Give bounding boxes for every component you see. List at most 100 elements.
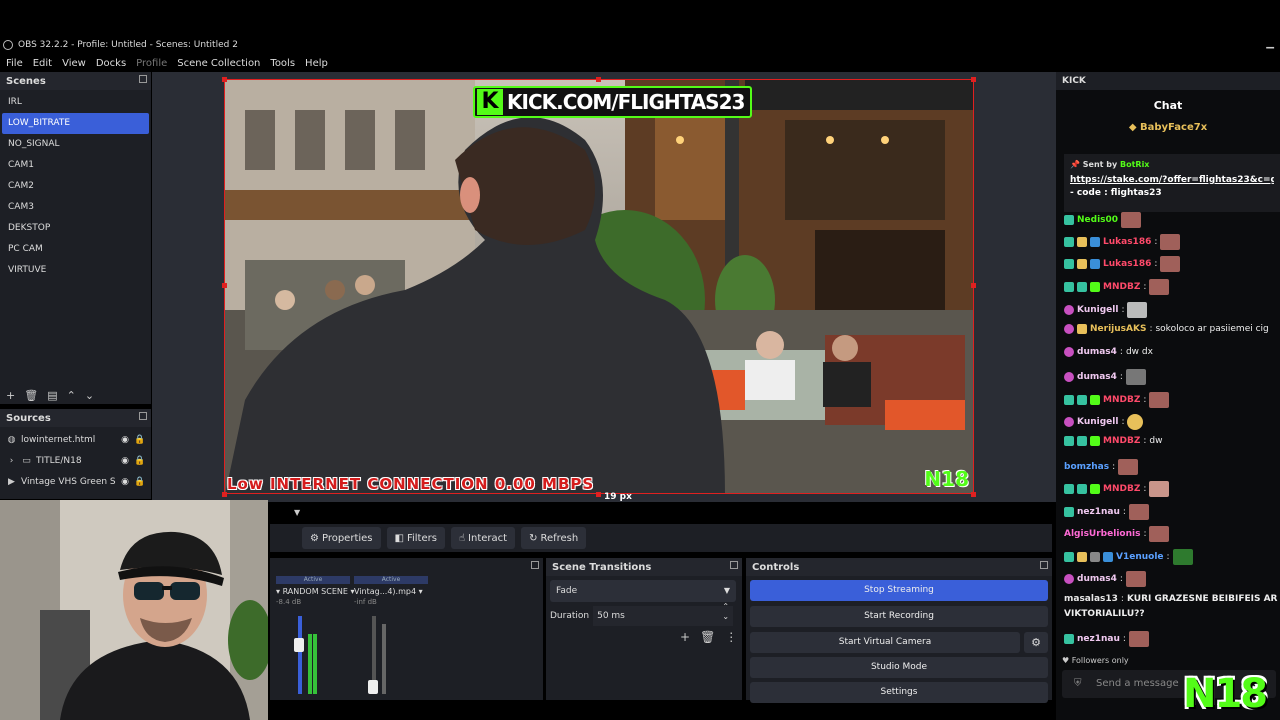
settings-button[interactable]: Settings xyxy=(750,682,1048,703)
minimize-icon[interactable]: ▁ xyxy=(1266,38,1274,49)
preview-canvas[interactable]: K KICK.COM/FLIGHTAS23 Low INTERNET CONNE… xyxy=(224,79,974,494)
chat-message: NerijusAKS: sokoloco ar pasiiemei cig xyxy=(1064,324,1280,334)
badge-icon xyxy=(1064,552,1074,562)
resize-handle[interactable] xyxy=(222,283,227,288)
badge-icon xyxy=(1090,484,1100,494)
scene-item[interactable]: IRL xyxy=(2,92,149,113)
resize-handle[interactable] xyxy=(596,492,601,497)
scene-filters-icon[interactable]: ▤ xyxy=(47,389,57,402)
scene-item-selected[interactable]: LOW_BITRATE xyxy=(2,113,149,134)
channel-db: -8.4 dB xyxy=(276,598,302,606)
properties-button[interactable]: ⚙ Properties xyxy=(302,527,381,549)
sources-title: Sources xyxy=(6,412,51,424)
undock-icon[interactable] xyxy=(730,561,738,569)
menu-edit[interactable]: Edit xyxy=(33,58,52,69)
menu-help[interactable]: Help xyxy=(305,58,328,69)
lock-icon[interactable]: 🔒 xyxy=(134,456,146,466)
start-recording-button[interactable]: Start Recording xyxy=(750,606,1048,627)
filter-icon: ◧ xyxy=(394,532,404,544)
visibility-eye-icon[interactable]: ◉ xyxy=(119,435,131,445)
move-up-icon[interactable]: ⌃ xyxy=(67,389,76,402)
menu-bar: File Edit View Docks Profile Scene Colle… xyxy=(0,54,1280,72)
channel-db: -inf dB xyxy=(354,598,377,606)
undock-icon[interactable] xyxy=(139,75,147,83)
badge-icon xyxy=(1064,436,1074,446)
transition-select[interactable]: Fade ▼ xyxy=(550,580,736,602)
chat-message: dumas4: dw dx xyxy=(1064,347,1280,357)
resize-handle[interactable] xyxy=(596,77,601,82)
chat-message: nez1nau: xyxy=(1064,504,1280,520)
obs-icon xyxy=(3,40,13,50)
volume-fader[interactable] xyxy=(294,638,304,652)
followers-only-notice: ♥ Followers only xyxy=(1062,656,1129,665)
sources-panel: Sources ◍ lowinternet.html ◉ 🔒 › ▭ TITLE… xyxy=(0,409,151,499)
filters-button[interactable]: ◧ Filters xyxy=(386,527,445,549)
menu-view[interactable]: View xyxy=(62,58,86,69)
webcam-overlay xyxy=(0,500,268,720)
channel-name[interactable]: Vintag...4).mp4 ▾ xyxy=(354,587,428,596)
menu-profile[interactable]: Profile xyxy=(136,58,167,69)
resize-handle[interactable] xyxy=(971,77,976,82)
badge-icon xyxy=(1090,395,1100,405)
stop-streaming-button[interactable]: Stop Streaming xyxy=(750,580,1048,601)
menu-tools[interactable]: Tools xyxy=(270,58,295,69)
menu-scene-collection[interactable]: Scene Collection xyxy=(177,58,260,69)
source-item[interactable]: › ▭ TITLE/N18 ◉ 🔒 xyxy=(2,450,149,471)
resize-handle[interactable] xyxy=(971,283,976,288)
emote-icon xyxy=(1127,302,1148,318)
remove-transition-icon[interactable]: 🗑 xyxy=(700,630,715,644)
lock-icon[interactable]: 🔒 xyxy=(134,477,146,487)
source-name: TITLE/N18 xyxy=(36,455,82,466)
resize-handle[interactable] xyxy=(222,77,227,82)
visibility-eye-icon[interactable]: ◉ xyxy=(119,456,131,466)
chat-message: Lukas186: xyxy=(1064,234,1280,250)
properties-label: Properties xyxy=(321,532,373,544)
kick-url-text: KICK.COM/FLIGHTAS23 xyxy=(507,90,745,114)
badge-icon xyxy=(1064,372,1074,382)
resize-handle[interactable] xyxy=(222,492,227,497)
resize-handle[interactable] xyxy=(971,492,976,497)
stepper-icon[interactable]: ⌃ ⌄ xyxy=(722,602,729,622)
pinned-link[interactable]: https://stake.com/?offer=flightas23&c=gC… xyxy=(1070,175,1274,185)
scene-item[interactable]: CAM2 xyxy=(2,176,149,197)
scene-item[interactable]: PC CAM xyxy=(2,239,149,260)
scene-item[interactable]: DEKSTOP xyxy=(2,218,149,239)
visibility-eye-icon[interactable]: ◉ xyxy=(119,477,131,487)
add-transition-icon[interactable]: + xyxy=(680,630,690,644)
volume-fader[interactable] xyxy=(368,680,378,694)
channel-name[interactable]: ▾ RANDOM SCENE ▾ xyxy=(276,587,354,596)
badge-icon xyxy=(1090,552,1100,562)
duration-field[interactable]: 50 ms ⌃ ⌄ xyxy=(593,602,734,626)
source-item[interactable]: ◍ lowinternet.html ◉ 🔒 xyxy=(2,429,149,450)
menu-file[interactable]: File xyxy=(6,58,23,69)
refresh-button[interactable]: ↻ Refresh xyxy=(521,527,587,549)
studio-mode-button[interactable]: Studio Mode xyxy=(750,657,1048,678)
menu-docks[interactable]: Docks xyxy=(96,58,126,69)
collapse-chevron-icon[interactable]: ▼ xyxy=(294,508,300,517)
undock-icon[interactable] xyxy=(139,412,147,420)
virtual-camera-settings-gear-icon[interactable]: ⚙ xyxy=(1024,632,1048,653)
lock-icon[interactable]: 🔒 xyxy=(134,435,146,445)
emote-icon xyxy=(1149,526,1170,542)
transition-tools: + 🗑 ⋮ xyxy=(680,630,737,644)
scene-item[interactable]: NO_SIGNAL xyxy=(2,134,149,155)
pinned-sent-by: 📌 Sent by BotRix xyxy=(1070,160,1150,169)
badge-icon xyxy=(1064,215,1074,225)
chat-message: MNDBZ: xyxy=(1064,392,1280,408)
undock-icon[interactable] xyxy=(1040,561,1048,569)
more-options-icon[interactable]: ⋮ xyxy=(725,630,737,644)
duration-value: 50 ms xyxy=(597,611,625,621)
start-virtual-camera-button[interactable]: Start Virtual Camera xyxy=(750,632,1020,653)
add-scene-icon[interactable]: + xyxy=(6,389,15,402)
expand-chevron-icon[interactable]: › xyxy=(6,456,17,466)
scene-item[interactable]: VIRTUVE xyxy=(2,260,149,281)
scene-item[interactable]: CAM3 xyxy=(2,197,149,218)
source-item[interactable]: ▶ Vintage VHS Green S ◉ 🔒 xyxy=(2,471,149,492)
remove-scene-icon[interactable]: 🗑 xyxy=(24,389,38,402)
move-down-icon[interactable]: ⌄ xyxy=(85,389,94,402)
scene-item[interactable]: CAM1 xyxy=(2,155,149,176)
badge-icon xyxy=(1064,395,1074,405)
folder-icon: ▭ xyxy=(22,455,31,466)
undock-icon[interactable] xyxy=(531,561,539,569)
interact-button[interactable]: ☝ Interact xyxy=(450,527,516,549)
